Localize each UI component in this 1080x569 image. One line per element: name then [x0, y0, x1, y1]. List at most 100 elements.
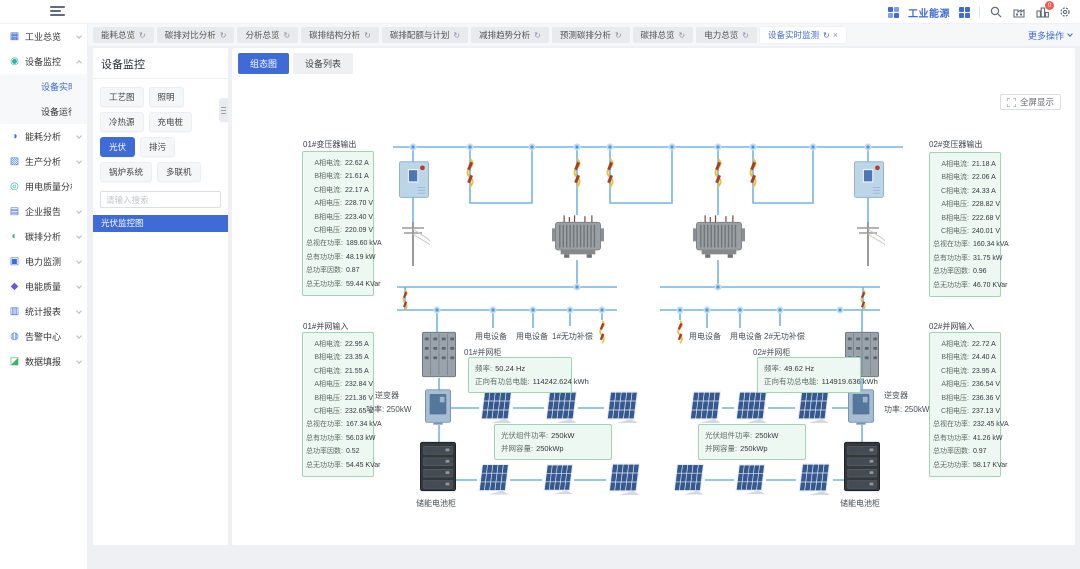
- notifications-icon[interactable]: 0: [1035, 5, 1049, 19]
- sidebar-item[interactable]: ▣ 电力监测: [0, 249, 87, 274]
- brand-name: 工业能源: [908, 5, 950, 20]
- tab-label: 设备实时监测: [768, 29, 819, 41]
- grid-cabinet-1: [422, 332, 455, 376]
- device-type-filter-button[interactable]: 照明: [149, 87, 184, 107]
- chevron-down-icon: [76, 208, 82, 214]
- tab-label: 碳排对比分析: [165, 29, 216, 41]
- tab-refresh-icon[interactable]: ↻: [823, 31, 830, 40]
- device-diagram-list-item[interactable]: 光伏监控图: [93, 215, 228, 232]
- device-type-filter-button[interactable]: 工艺图: [100, 87, 144, 107]
- measurement-row: 总有功功率:48.19 kW: [306, 251, 370, 264]
- freq-value: 50.24 Hz: [495, 364, 525, 373]
- measurement-panel-grid-input-1: A相电流:22.95 AB相电流:23.35 AC相电流:21.55 AA相电压…: [302, 332, 374, 477]
- sidebar-item[interactable]: ◐ 碳排分析: [0, 224, 87, 249]
- sidebar-item-label: 企业报告: [25, 205, 72, 218]
- energy-value: 114242.624 kWh: [533, 377, 589, 386]
- sidebar-item[interactable]: ◆ 电能质量: [0, 274, 87, 299]
- tab-refresh-icon[interactable]: ↻: [615, 31, 622, 40]
- workspace-tab[interactable]: 碳排总览 ↻ ×: [633, 27, 694, 43]
- measurement-row: 总视在功率:167.34 kVA: [306, 418, 370, 431]
- device-type-filter-button[interactable]: 多联机: [157, 162, 201, 182]
- meter-box-left: [399, 162, 428, 198]
- sidebar-item[interactable]: ◉ 设备监控: [0, 49, 87, 74]
- device-type-filter-button[interactable]: 光伏: [100, 137, 135, 157]
- tab-close-icon[interactable]: ×: [833, 30, 838, 40]
- pv-monitoring-diagram: 01#变压器输出 A相电流:22.62 AB相电流:21.61 AC相电流:22…: [232, 48, 1075, 545]
- inverter-1-label: 逆变器: [375, 390, 399, 401]
- pv-capacity-label: 并网容量:: [705, 444, 737, 453]
- transformer-1: [552, 215, 604, 257]
- workspace-tab[interactable]: 电力总览 ↻ ×: [696, 27, 757, 43]
- measurement-row: A相电流:22.72 A: [933, 338, 997, 351]
- app-header: 工业能源 0: [0, 0, 1080, 24]
- measurement-row: 总视在功率:189.60 kVA: [306, 237, 370, 250]
- tab-label: 电力总览: [704, 29, 738, 41]
- sidebar-item[interactable]: ▦ 工业总览: [0, 24, 87, 49]
- tab-refresh-icon[interactable]: ↻: [283, 31, 290, 40]
- measurement-row: 总无功功率:54.45 KVar: [306, 459, 370, 472]
- workspace-tab[interactable]: 预测碳排分析 ↻ ×: [552, 27, 630, 43]
- device-type-filter-button[interactable]: 排污: [140, 137, 175, 157]
- sidebar-item[interactable]: ▨ 生产分析: [0, 149, 87, 174]
- panel-title-grid-input-2: 02#并网输入: [929, 321, 974, 332]
- workspace-tab[interactable]: 设备实时监测 ↻ ×: [760, 27, 846, 43]
- measurement-row: A相电流:22.62 A: [306, 157, 370, 170]
- measurement-row: A相电流:22.95 A: [306, 338, 370, 351]
- workspace-tab[interactable]: 碳排对比分析 ↻ ×: [157, 27, 235, 43]
- sidebar-item[interactable]: ◪ 数据填报: [0, 349, 87, 374]
- tab-refresh-icon[interactable]: ↻: [534, 31, 541, 40]
- measurement-row: C相电压:240.01 V: [933, 225, 997, 238]
- tab-refresh-icon[interactable]: ↻: [139, 31, 146, 40]
- measurement-row: 总无功功率:59.44 KVar: [306, 278, 370, 291]
- workspace-tab[interactable]: 减排趋势分析 ↻ ×: [471, 27, 549, 43]
- brand-logo-icon: [888, 7, 899, 18]
- apps-grid-icon[interactable]: [959, 7, 970, 18]
- device-type-filter-button[interactable]: 冷热源: [100, 112, 144, 132]
- tab-refresh-icon[interactable]: ↻: [453, 31, 460, 40]
- device-monitor-panel: 设备监控 工艺图 照明 冷热源 充电桩 光伏 排污 锅炉系统 多联机: [93, 48, 228, 545]
- workspace-tab[interactable]: 碳排结构分析 ↻ ×: [301, 27, 379, 43]
- power-value: 250kW: [386, 405, 411, 414]
- pv-power-value: 250kW: [755, 431, 778, 440]
- tab-label: 碳排总览: [641, 29, 675, 41]
- measurement-row: 总视在功率:232.45 kVA: [933, 418, 997, 431]
- open-tabs-bar: 能耗总览 ↻ × 碳排对比分析 ↻ × 分析总览 ↻ × 碳排结构分析: [88, 24, 1080, 46]
- device-search-input[interactable]: [106, 195, 215, 205]
- settings-gear-icon[interactable]: [1058, 5, 1072, 19]
- tab-refresh-icon[interactable]: ↻: [679, 31, 686, 40]
- factory-icon[interactable]: [1012, 5, 1026, 19]
- sidebar-item-label: 用电质量分析: [25, 180, 72, 193]
- tab-refresh-icon[interactable]: ↻: [364, 31, 371, 40]
- device-type-filter-button[interactable]: 锅炉系统: [100, 162, 152, 182]
- sidebar-item[interactable]: 设备运行分析: [0, 99, 87, 124]
- more-actions-button[interactable]: 更多操作: [1028, 29, 1072, 42]
- device-type-filter-button[interactable]: 充电桩: [149, 112, 193, 132]
- sidebar-item[interactable]: ▥ 统计报表: [0, 299, 87, 324]
- energy-label: 正向有功总电能:: [764, 377, 819, 386]
- grid-cabinet-2-info: 频率:49.62 Hz 正向有功总电能:114919.636 kWh: [757, 357, 861, 393]
- sidebar-item[interactable]: ◑ 能耗分析: [0, 124, 87, 149]
- sidebar-item[interactable]: ◍ 告警中心: [0, 324, 87, 349]
- workspace-tab[interactable]: 分析总览 ↻ ×: [237, 27, 298, 43]
- measurement-row: C相电流:24.33 A: [933, 185, 997, 198]
- energy-value: 114919.636 kWh: [822, 377, 878, 386]
- workspace-tab[interactable]: 能耗总览 ↻ ×: [93, 27, 154, 43]
- tab-refresh-icon[interactable]: ↻: [742, 31, 749, 40]
- panel-collapse-handle[interactable]: [219, 98, 228, 122]
- tab-refresh-icon[interactable]: ↻: [220, 31, 227, 40]
- utility-pole-right: [857, 222, 885, 266]
- sidebar-item-icon: ▨: [9, 156, 20, 167]
- sidebar-item-icon: ◉: [9, 56, 20, 67]
- sidebar-item[interactable]: ◎ 用电质量分析: [0, 174, 87, 199]
- sidebar-item-icon: ◪: [9, 356, 20, 367]
- tab-label: 预测碳排分析: [560, 29, 611, 41]
- measurement-row: C相电压:237.13 V: [933, 405, 997, 418]
- chevron-down-icon: [76, 283, 82, 289]
- sidebar-item[interactable]: 设备实时监测: [0, 74, 87, 99]
- sidebar-item[interactable]: ▤ 企业报告: [0, 199, 87, 224]
- breaker-symbols: [403, 159, 865, 343]
- workspace-tab[interactable]: 碳排配额与计划 ↻ ×: [382, 27, 468, 43]
- power-value: 250kW: [904, 405, 929, 414]
- sidebar-toggle-icon[interactable]: [50, 6, 65, 17]
- search-icon[interactable]: [989, 5, 1003, 19]
